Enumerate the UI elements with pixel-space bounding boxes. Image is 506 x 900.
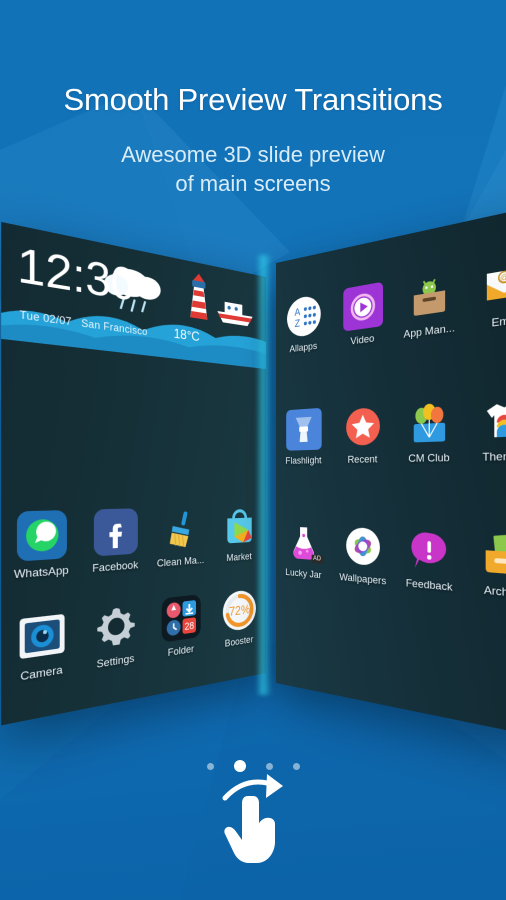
folder-icon: 28	[161, 594, 201, 643]
app-icon-archive[interactable]: Archive	[465, 529, 506, 604]
page-dot-3[interactable]	[265, 762, 273, 770]
app-icon-lucky-jar[interactable]: AD Lucky Jar	[276, 521, 332, 582]
wallpapers-flower-icon	[343, 524, 383, 570]
app-label: Camera	[20, 663, 63, 685]
clean-master-broom-icon	[161, 507, 200, 552]
balloons-icon	[407, 399, 452, 447]
app-manager-box-icon	[407, 269, 452, 322]
svg-text:@: @	[499, 273, 506, 284]
facebook-icon	[93, 508, 138, 557]
app-icon-app-manager[interactable]: App Man...	[394, 267, 465, 342]
flashlight-icon	[285, 407, 322, 451]
app-label: Ema	[491, 313, 506, 331]
app-icon-wallpapers[interactable]: Wallpapers	[332, 523, 395, 588]
subtitle-line-1: Awesome 3D slide preview	[121, 142, 385, 167]
preview-stage: 12:30 Tue 02/07 San Francisco 18°C Whats…	[0, 204, 506, 739]
app-label: Video	[350, 332, 375, 348]
page-dot-4[interactable]	[292, 762, 300, 770]
download-icon	[182, 600, 195, 617]
email-envelope-icon: @	[479, 255, 506, 312]
subtitle-line-2: of main screens	[175, 171, 331, 197]
app-icon-feedback[interactable]: Feedback	[394, 526, 465, 596]
app-label: Themes	[482, 449, 506, 465]
app-label: Allapps	[289, 340, 318, 356]
app-label: Feedback	[405, 577, 453, 595]
svg-text:A: A	[294, 306, 301, 318]
boat-icon	[217, 301, 253, 327]
app-icon-settings[interactable]: Settings	[80, 600, 149, 674]
app-label: Folder	[167, 643, 195, 660]
app-label: CM Club	[408, 451, 450, 466]
app-icon-cm-club[interactable]: CM Club	[394, 398, 465, 466]
calendar-28-icon: 28	[182, 617, 196, 635]
page-dot-1[interactable]	[206, 762, 214, 770]
app-icon-whatsapp[interactable]: WhatsApp	[1, 510, 80, 583]
allapps-az-grid-icon: A Z	[286, 293, 321, 340]
app-icon-flashlight[interactable]: Flashlight	[276, 407, 332, 467]
app-label: Archive	[483, 584, 506, 602]
clock-temperature: 18°C	[173, 325, 200, 345]
app-label: Clean Ma...	[156, 554, 205, 571]
video-play-icon	[342, 281, 383, 332]
lighthouse-icon	[190, 272, 208, 320]
app-icon-video[interactable]: Video	[332, 280, 395, 350]
app-label: Wallpapers	[339, 571, 387, 588]
app-icon-camera[interactable]: Camera	[1, 607, 80, 687]
gear-icon	[93, 601, 137, 653]
app-label: Recent	[347, 453, 378, 467]
feedback-bubble-icon	[407, 526, 452, 575]
app-icon-allapps[interactable]: A Z Allapps	[276, 291, 332, 357]
home-screen-preview-left[interactable]: 12:30 Tue 02/07 San Francisco 18°C Whats…	[1, 221, 266, 726]
page-subtitle: Awesome 3D slide preview of main screens	[0, 140, 506, 198]
page-indicator[interactable]	[0, 760, 506, 772]
camera-icon	[16, 609, 66, 665]
app-icon-email[interactable]: @ Ema	[465, 252, 506, 333]
app-label: Settings	[96, 652, 135, 672]
panel-edge-glow	[256, 255, 272, 695]
star-icon	[343, 404, 383, 449]
flask-icon: AD	[286, 521, 324, 564]
svg-text:28: 28	[184, 621, 194, 633]
app-icon-clean-master[interactable]: Clean Ma...	[149, 506, 211, 570]
page-dot-2-active[interactable]	[233, 760, 246, 772]
ad-badge: AD	[311, 554, 324, 564]
app-icon-themes[interactable]: Themes	[465, 392, 506, 464]
app-label: WhatsApp	[13, 564, 69, 582]
play-store-bag-icon	[221, 505, 256, 548]
tshirt-rainbow-icon	[479, 393, 506, 445]
swipe-right-hand-icon	[222, 774, 283, 863]
app-label: Facebook	[92, 559, 139, 576]
app-drawer-preview-right[interactable]: A Z Allapps Video App Man... @ Ema Flash…	[276, 204, 506, 739]
archive-drawer-icon	[479, 529, 506, 581]
app-label: Flashlight	[285, 454, 322, 467]
app-icon-facebook[interactable]: Facebook	[80, 508, 149, 576]
booster-ring-icon: 72%	[221, 588, 256, 634]
svg-text:Z: Z	[294, 317, 300, 329]
app-icon-folder[interactable]: 28 Folder	[149, 593, 211, 662]
page-title: Smooth Preview Transitions	[63, 82, 443, 117]
app-label: App Man...	[403, 321, 455, 342]
whatsapp-icon	[16, 510, 67, 562]
app-label: Lucky Jar	[285, 566, 322, 582]
app-icon-recent[interactable]: Recent	[332, 403, 395, 467]
